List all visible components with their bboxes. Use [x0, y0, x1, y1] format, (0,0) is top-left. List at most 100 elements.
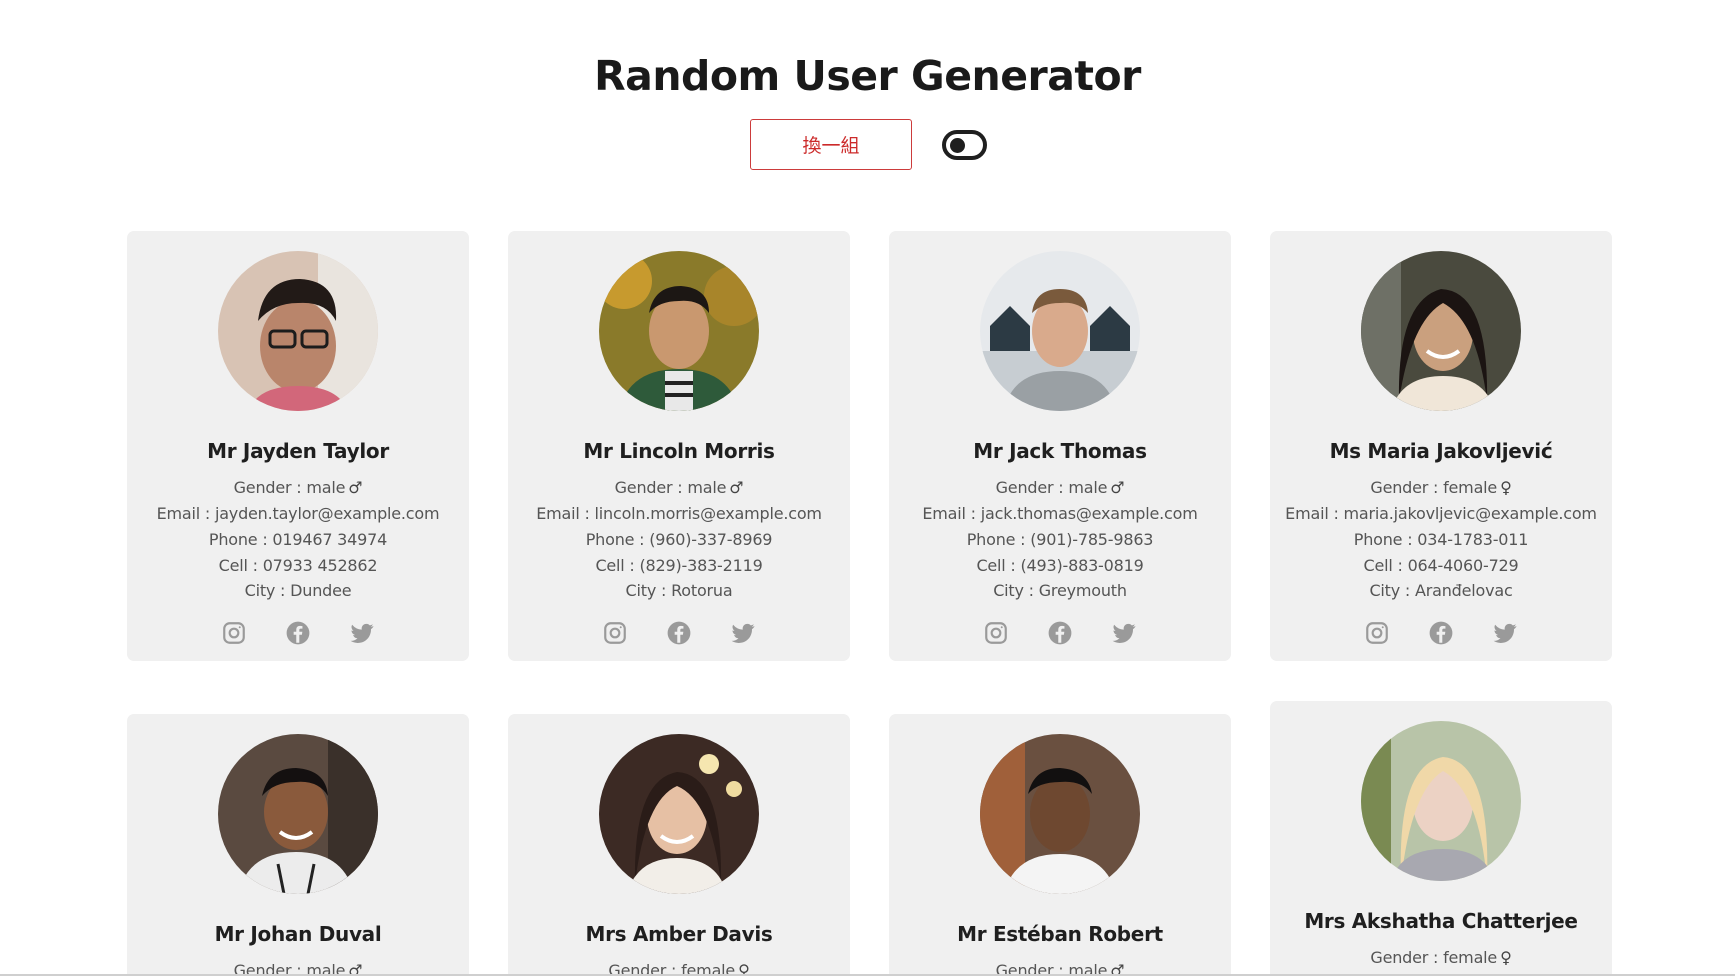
- user-name: Mr Estéban Robert: [957, 922, 1163, 946]
- city-value: Greymouth: [1038, 581, 1127, 600]
- avatar: [599, 734, 759, 894]
- user-city: City : Dundee: [127, 581, 469, 600]
- user-name: Mr Jack Thomas: [973, 439, 1147, 463]
- avatar: [218, 734, 378, 894]
- page-title: Random User Generator: [594, 52, 1141, 100]
- facebook-icon[interactable]: [666, 620, 692, 646]
- gender-label: Gender :: [614, 478, 688, 497]
- email-label: Email :: [536, 504, 595, 523]
- gender-value: female: [1443, 478, 1498, 497]
- city-value: Dundee: [290, 581, 352, 600]
- male-icon: ♂: [729, 478, 744, 497]
- twitter-icon[interactable]: [730, 620, 756, 646]
- avatar: [1361, 721, 1521, 881]
- facebook-icon[interactable]: [285, 620, 311, 646]
- phone-value: 019467 34974: [272, 530, 388, 549]
- instagram-icon[interactable]: [602, 620, 628, 646]
- male-icon: ♂: [348, 478, 363, 497]
- user-city: City : Rotorua: [508, 581, 850, 600]
- user-card: Mr Johan Duval Gender : male ♂: [127, 714, 469, 976]
- phone-value: 034-1783-011: [1417, 530, 1529, 549]
- instagram-icon[interactable]: [1364, 620, 1390, 646]
- email-value: jack.thomas@example.com: [980, 504, 1198, 523]
- user-name: Mr Johan Duval: [214, 922, 382, 946]
- social-links: [508, 620, 850, 648]
- shuffle-button[interactable]: 換一組: [750, 119, 912, 170]
- user-card: Mrs Akshatha Chatterjee Gender : female ♀: [1270, 701, 1612, 976]
- avatar: [599, 251, 759, 411]
- cell-label: Cell :: [595, 556, 640, 575]
- cell-label: Cell :: [976, 556, 1021, 575]
- twitter-icon[interactable]: [1111, 620, 1137, 646]
- user-name: Mrs Akshatha Chatterjee: [1304, 909, 1578, 933]
- city-label: City :: [244, 581, 291, 600]
- email-value: jayden.taylor@example.com: [214, 504, 440, 523]
- user-gender: Gender : male ♂: [889, 478, 1231, 497]
- city-label: City :: [993, 581, 1039, 600]
- email-label: Email :: [1285, 504, 1344, 523]
- facebook-icon[interactable]: [1047, 620, 1073, 646]
- instagram-icon[interactable]: [983, 620, 1009, 646]
- gender-label: Gender :: [995, 478, 1069, 497]
- user-name: Mrs Amber Davis: [585, 922, 773, 946]
- cell-value: 07933 452862: [262, 556, 378, 575]
- phone-value: (901)-785-9863: [1030, 530, 1154, 549]
- cell-label: Cell :: [218, 556, 263, 575]
- twitter-icon[interactable]: [349, 620, 375, 646]
- avatar: [1361, 251, 1521, 411]
- user-name: Mr Lincoln Morris: [583, 439, 775, 463]
- gender-label: Gender :: [1370, 478, 1444, 497]
- social-links: [1270, 620, 1612, 648]
- avatar: [980, 251, 1140, 411]
- phone-value: (960)-337-8969: [649, 530, 773, 549]
- user-card: Mr Jayden Taylor Gender : male ♂ Email : …: [127, 231, 469, 661]
- city-label: City :: [625, 581, 672, 600]
- user-email: Email : jack.thomas@example.com: [889, 504, 1231, 523]
- phone-label: Phone :: [208, 530, 273, 549]
- email-value: lincoln.morris@example.com: [594, 504, 822, 523]
- user-name: Mr Jayden Taylor: [207, 439, 389, 463]
- user-card: Mr Lincoln Morris Gender : male ♂ Email :…: [508, 231, 850, 661]
- page: Random User Generator 換一組 Mr Jayden Tayl…: [0, 0, 1735, 976]
- twitter-icon[interactable]: [1492, 620, 1518, 646]
- theme-toggle[interactable]: [942, 130, 987, 160]
- user-cell: Cell : 07933 452862: [127, 556, 469, 575]
- user-name: Ms Maria Jakovljević: [1329, 439, 1553, 463]
- user-card: Mrs Amber Davis Gender : female ♀: [508, 714, 850, 976]
- facebook-icon[interactable]: [1428, 620, 1454, 646]
- user-card: Mr Jack Thomas Gender : male ♂ Email : ja…: [889, 231, 1231, 661]
- user-cell: Cell : (829)-383-2119: [508, 556, 850, 575]
- avatar: [980, 734, 1140, 894]
- user-email: Email : maria.jakovljevic@example.com: [1270, 504, 1612, 523]
- toggle-knob: [950, 138, 965, 153]
- user-phone: Phone : 034-1783-011: [1270, 530, 1612, 549]
- city-value: Aranđelovac: [1414, 581, 1513, 600]
- cell-value: (493)-883-0819: [1020, 556, 1144, 575]
- cell-value: 064-4060-729: [1407, 556, 1519, 575]
- social-links: [127, 620, 469, 648]
- social-links: [889, 620, 1231, 648]
- gender-value: male: [1068, 478, 1108, 497]
- gender-value: male: [687, 478, 727, 497]
- gender-value: female: [1443, 948, 1498, 967]
- user-card: Mr Estéban Robert Gender : male ♂: [889, 714, 1231, 976]
- female-icon: ♀: [1500, 478, 1512, 497]
- user-gender: Gender : male ♂: [508, 478, 850, 497]
- cell-label: Cell :: [1363, 556, 1408, 575]
- cell-value: (829)-383-2119: [639, 556, 763, 575]
- user-city: City : Greymouth: [889, 581, 1231, 600]
- city-label: City :: [1369, 581, 1415, 600]
- gender-value: male: [306, 478, 346, 497]
- user-gender: Gender : female ♀: [1270, 948, 1612, 967]
- phone-label: Phone :: [1353, 530, 1418, 549]
- user-gender: Gender : male ♂: [127, 478, 469, 497]
- city-value: Rotorua: [671, 581, 733, 600]
- female-icon: ♀: [1500, 948, 1512, 967]
- user-email: Email : jayden.taylor@example.com: [127, 504, 469, 523]
- gender-label: Gender :: [233, 478, 307, 497]
- instagram-icon[interactable]: [221, 620, 247, 646]
- male-icon: ♂: [1110, 478, 1125, 497]
- avatar: [218, 251, 378, 411]
- user-city: City : Aranđelovac: [1270, 581, 1612, 600]
- user-email: Email : lincoln.morris@example.com: [508, 504, 850, 523]
